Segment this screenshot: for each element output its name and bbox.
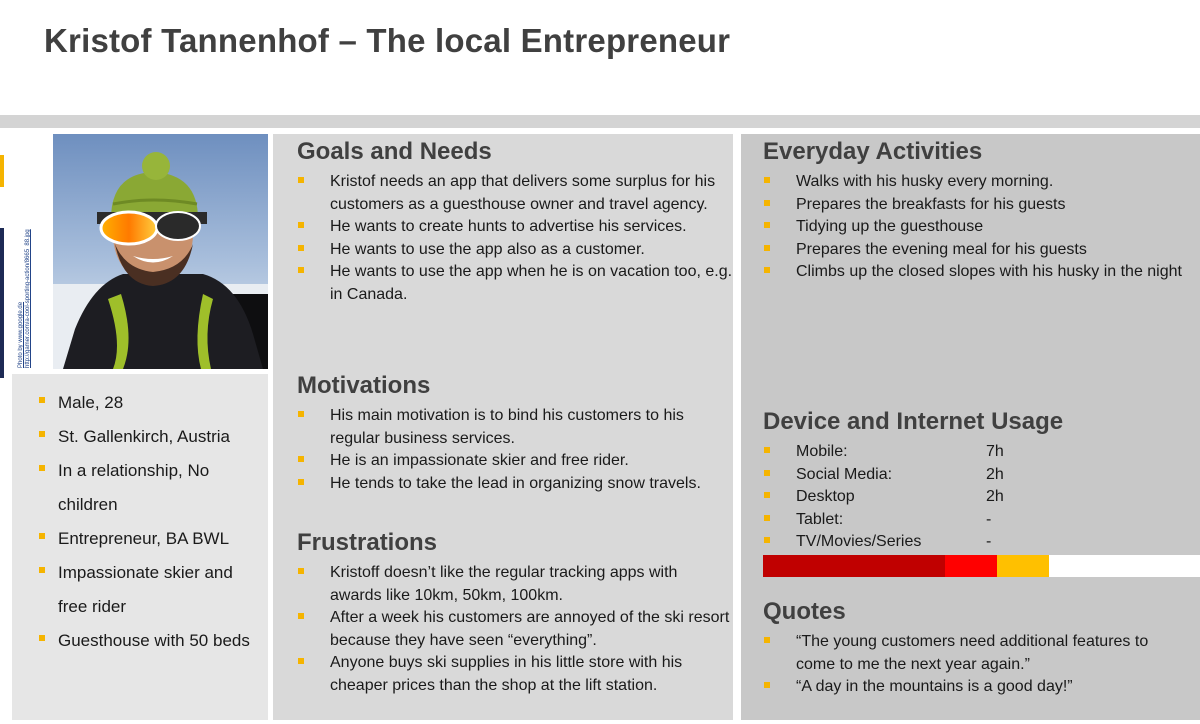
quote-item: “The young customers need additional fea… xyxy=(763,631,1183,676)
usage-label: TV/Movies/Series xyxy=(796,533,922,550)
motivation-item: His main motivation is to bind his custo… xyxy=(297,405,733,450)
usage-label: Tablet: xyxy=(796,510,844,528)
usage-bar xyxy=(763,555,1200,577)
title-divider xyxy=(0,115,1200,128)
frustration-item: Anyone buys ski supplies in his little s… xyxy=(297,652,733,697)
frustration-item: After a week his customers are annoyed o… xyxy=(297,607,733,652)
usage-row: Social Media: 2h xyxy=(763,464,1183,487)
quotes-heading: Quotes xyxy=(763,598,846,625)
usage-label: Mobile: xyxy=(796,443,848,460)
usage-value: 2h xyxy=(986,465,1004,483)
page-title: Kristof Tannenhof – The local Entreprene… xyxy=(44,22,731,59)
device-usage-list: Mobile: 7h Social Media: 2h Desktop 2h Tabl… xyxy=(763,441,1183,554)
usage-bar-segment-remaining xyxy=(1049,555,1200,577)
demographics-panel: Male, 28 St. Gallenkirch, Austria In a r… xyxy=(12,374,268,720)
activity-item: Prepares the evening meal for his guests xyxy=(763,239,1183,262)
motivation-item: He tends to take the lead in organizing … xyxy=(297,473,733,496)
photo-credit-link[interactable]: Photo by www.google.de http://gamer.com/… xyxy=(18,148,32,368)
demographic-item: St. Gallenkirch, Austria xyxy=(38,420,266,454)
goals-heading: Goals and Needs xyxy=(297,138,492,165)
usage-label: Social Media: xyxy=(796,465,893,483)
persona-photo xyxy=(53,134,268,369)
everyday-heading: Everyday Activities xyxy=(763,138,983,165)
frustrations-list: Kristoff doesn’t like the regular tracki… xyxy=(297,562,733,697)
goals-list: Kristof needs an app that delivers some … xyxy=(297,171,733,306)
demographic-item: Male, 28 xyxy=(38,386,266,420)
usage-label: Desktop xyxy=(796,488,855,505)
usage-bar-segment-desktop xyxy=(997,555,1050,577)
usage-bar-segment-social xyxy=(945,555,998,577)
activity-item: Prepares the breakfasts for his guests xyxy=(763,194,1183,217)
usage-row: Desktop 2h xyxy=(763,486,1183,509)
device-usage-heading: Device and Internet Usage xyxy=(763,408,1064,435)
activity-item: Tidying up the guesthouse xyxy=(763,216,1183,239)
everyday-list: Walks with his husky every morning. Prep… xyxy=(763,171,1183,284)
activities-usage-panel: Everyday Activities Walks with his husky… xyxy=(741,134,1200,720)
frustration-item: Kristoff doesn’t like the regular tracki… xyxy=(297,562,733,607)
usage-value: 7h xyxy=(986,443,1004,460)
demographic-item: Guesthouse with 50 beds xyxy=(38,624,266,658)
goal-item: He wants to use the app when he is on va… xyxy=(297,261,733,306)
quote-item: “A day in the mountains is a good day!” xyxy=(763,676,1183,699)
usage-value: - xyxy=(986,533,992,550)
side-stripe-dark xyxy=(0,228,4,378)
usage-row: Mobile: 7h xyxy=(763,441,1183,464)
goals-motivations-panel: Goals and Needs Kristof needs an app tha… xyxy=(273,134,733,720)
side-stripe-gold xyxy=(0,155,4,187)
persona-photo-illustration xyxy=(53,134,268,369)
motivations-list: His main motivation is to bind his custo… xyxy=(297,405,733,495)
usage-value: - xyxy=(986,510,992,528)
usage-bar-segment-mobile xyxy=(763,555,946,577)
frustrations-heading: Frustrations xyxy=(297,529,438,556)
demographics-list: Male, 28 St. Gallenkirch, Austria In a r… xyxy=(38,386,266,658)
photo-credit[interactable]: Photo by www.google.de http://gamer.com/… xyxy=(12,150,52,370)
motivation-item: He is an impassionate skier and free rid… xyxy=(297,450,733,473)
motivations-heading: Motivations xyxy=(297,372,431,399)
demographic-item: Entrepreneur, BA BWL xyxy=(38,522,266,556)
demographic-item: Impassionate skier and free rider xyxy=(38,556,266,624)
quotes-list: “The young customers need additional fea… xyxy=(763,631,1183,699)
activity-item: Climbs up the closed slopes with his hus… xyxy=(763,261,1183,284)
usage-value: 2h xyxy=(986,488,1004,505)
demographic-item: In a relationship, No children xyxy=(38,454,266,522)
goal-item: He wants to use the app also as a custom… xyxy=(297,239,733,262)
goal-item: Kristof needs an app that delivers some … xyxy=(297,171,733,216)
goal-item: He wants to create hunts to advertise hi… xyxy=(297,216,733,239)
usage-row: TV/Movies/Series - xyxy=(763,531,1183,554)
activity-item: Walks with his husky every morning. xyxy=(763,171,1183,194)
usage-row: Tablet: - xyxy=(763,509,1183,532)
